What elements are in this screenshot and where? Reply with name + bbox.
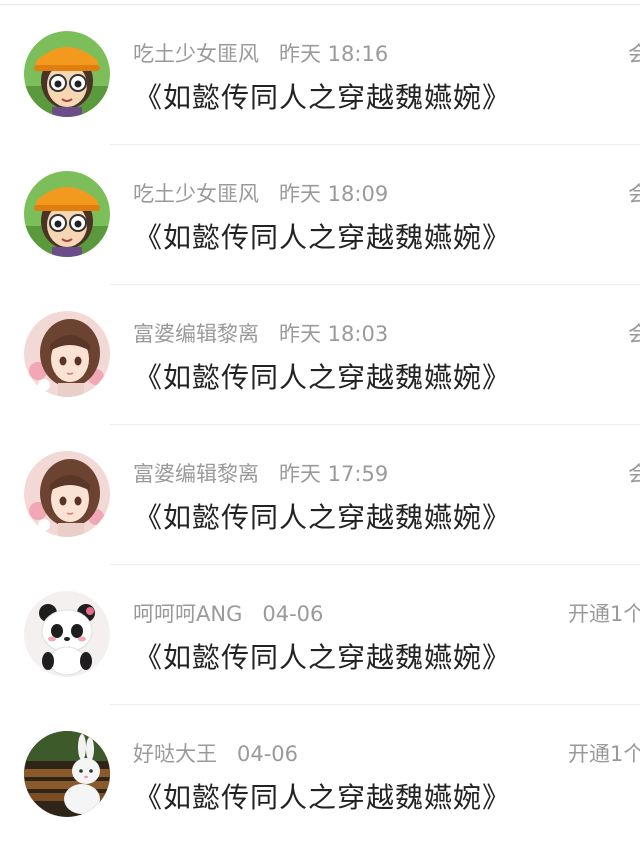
list-item[interactable]: 富婆编辑黎离 昨天 18:03 《如懿传同人之穿越魏嬿婉》 会 xyxy=(0,285,640,425)
cartoon-girl-glasses-avatar[interactable] xyxy=(24,171,110,257)
message-time: 昨天 18:09 xyxy=(279,182,389,206)
right-status-text: 会 xyxy=(628,42,640,66)
message-time: 昨天 18:16 xyxy=(279,42,389,66)
right-status-text: 开通1个 xyxy=(568,742,640,766)
book-title: 《如懿传同人之穿越魏嬿婉》 xyxy=(134,501,512,534)
message-meta: 好哒大王 04-06 xyxy=(133,739,298,769)
anime-girl-flowers-avatar[interactable] xyxy=(24,451,110,537)
message-meta: 富婆编辑黎离 昨天 17:59 xyxy=(133,459,388,489)
book-title: 《如懿传同人之穿越魏嬿婉》 xyxy=(134,781,512,814)
message-time: 昨天 18:03 xyxy=(279,322,389,346)
message-meta: 富婆编辑黎离 昨天 18:03 xyxy=(133,319,388,349)
message-meta: 吃土少女匪风 昨天 18:16 xyxy=(133,39,388,69)
message-meta: 吃土少女匪风 昨天 18:09 xyxy=(133,179,388,209)
message-time: 04-06 xyxy=(262,602,324,626)
list-item[interactable]: 呵呵呵ANG 04-06 《如懿传同人之穿越魏嬿婉》 开通1个 xyxy=(0,565,640,705)
cartoon-girl-glasses-avatar[interactable] xyxy=(24,31,110,117)
sender-name: 吃土少女匪风 xyxy=(133,182,259,206)
panda-avatar[interactable] xyxy=(24,591,110,677)
book-title: 《如懿传同人之穿越魏嬿婉》 xyxy=(134,641,512,674)
message-time: 04-06 xyxy=(237,742,299,766)
book-title: 《如懿传同人之穿越魏嬿婉》 xyxy=(134,221,512,254)
sender-name: 富婆编辑黎离 xyxy=(133,462,259,486)
list-item[interactable]: 吃土少女匪风 昨天 18:16 《如懿传同人之穿越魏嬿婉》 会 xyxy=(0,5,640,145)
message-meta: 呵呵呵ANG 04-06 xyxy=(133,599,323,629)
message-list-page: 吃土少女匪风 昨天 18:16 《如懿传同人之穿越魏嬿婉》 会 吃土少女匪风 昨… xyxy=(0,0,640,841)
message-time: 昨天 17:59 xyxy=(279,462,389,486)
list-item[interactable]: 好哒大王 04-06 《如懿传同人之穿越魏嬿婉》 开通1个 xyxy=(0,705,640,841)
message-list: 吃土少女匪风 昨天 18:16 《如懿传同人之穿越魏嬿婉》 会 吃土少女匪风 昨… xyxy=(0,5,640,841)
anime-girl-flowers-avatar[interactable] xyxy=(24,311,110,397)
right-status-text: 会 xyxy=(628,462,640,486)
sender-name: 呵呵呵ANG xyxy=(133,602,243,626)
sender-name: 好哒大王 xyxy=(133,742,217,766)
right-status-text: 开通1个 xyxy=(568,602,640,626)
sender-name: 吃土少女匪风 xyxy=(133,42,259,66)
book-title: 《如懿传同人之穿越魏嬿婉》 xyxy=(134,81,512,114)
list-item[interactable]: 吃土少女匪风 昨天 18:09 《如懿传同人之穿越魏嬿婉》 会 xyxy=(0,145,640,285)
sender-name: 富婆编辑黎离 xyxy=(133,322,259,346)
book-title: 《如懿传同人之穿越魏嬿婉》 xyxy=(134,361,512,394)
list-item[interactable]: 富婆编辑黎离 昨天 17:59 《如懿传同人之穿越魏嬿婉》 会 xyxy=(0,425,640,565)
bunny-bench-avatar[interactable] xyxy=(24,731,110,817)
right-status-text: 会 xyxy=(628,182,640,206)
right-status-text: 会 xyxy=(628,322,640,346)
